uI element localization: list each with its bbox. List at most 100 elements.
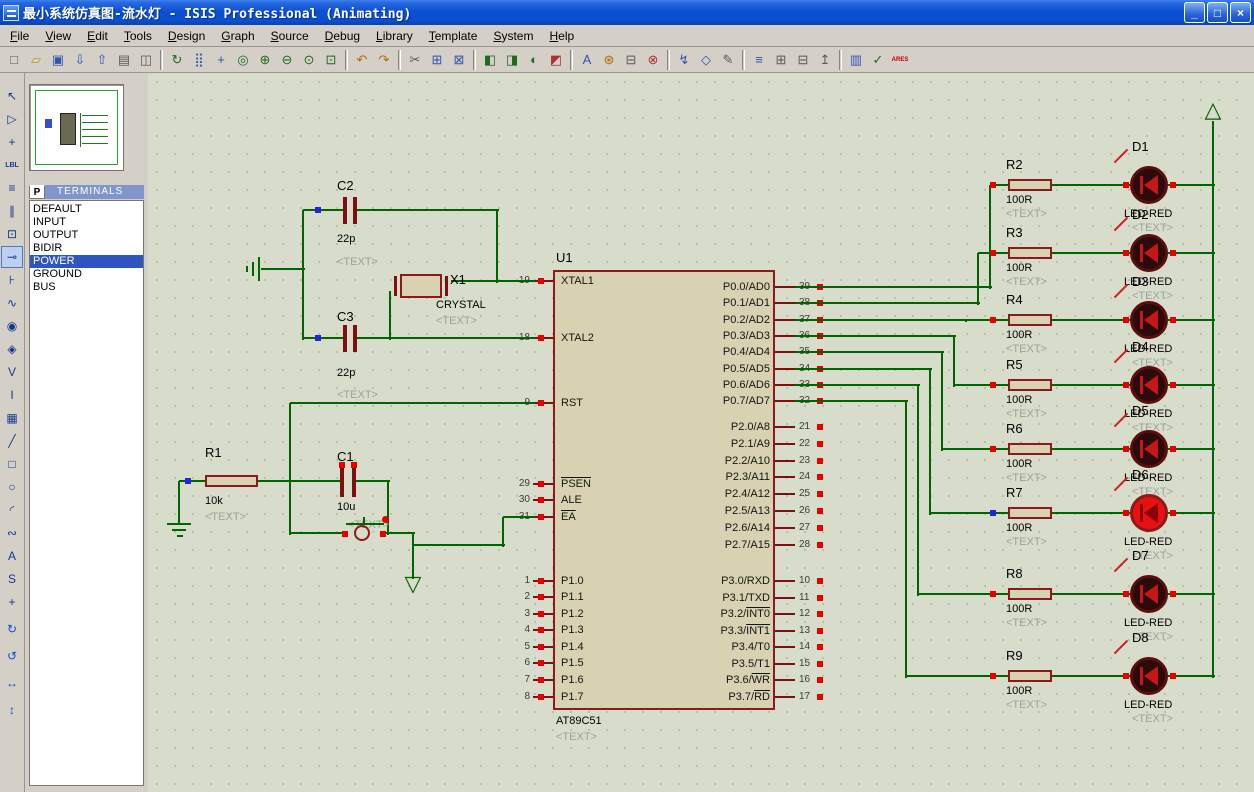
wire[interactable] bbox=[954, 384, 1010, 386]
chip-pin[interactable] bbox=[775, 630, 795, 632]
print-design-icon[interactable]: ▤ bbox=[113, 49, 135, 71]
wire[interactable] bbox=[953, 336, 955, 387]
chip-pin[interactable] bbox=[775, 580, 795, 582]
resistor[interactable] bbox=[205, 475, 258, 487]
2d-box-mode-icon[interactable]: □ bbox=[1, 453, 23, 475]
wire[interactable] bbox=[1052, 184, 1132, 186]
menu-view[interactable]: View bbox=[37, 26, 79, 46]
rotate-clockwise-icon[interactable]: ↻ bbox=[1, 618, 23, 640]
import-section-icon[interactable]: ⇩ bbox=[69, 49, 91, 71]
wire[interactable] bbox=[1052, 319, 1132, 321]
bus-mode-icon[interactable]: ∥ bbox=[1, 200, 23, 222]
wire[interactable] bbox=[178, 481, 180, 525]
chip-pin[interactable] bbox=[775, 384, 795, 386]
chip-pin[interactable] bbox=[775, 335, 795, 337]
wire[interactable] bbox=[795, 319, 968, 321]
block-delete-icon[interactable]: ◩ bbox=[545, 49, 567, 71]
wire[interactable] bbox=[503, 516, 535, 518]
pick-parts-button[interactable]: P bbox=[29, 185, 45, 199]
save-design-icon[interactable]: ▣ bbox=[47, 49, 69, 71]
wire[interactable] bbox=[303, 337, 345, 339]
redo-icon[interactable]: ↷ bbox=[373, 49, 395, 71]
toggle-grid-icon[interactable]: ⣿ bbox=[188, 49, 210, 71]
menu-file[interactable]: File bbox=[2, 26, 37, 46]
wire[interactable] bbox=[356, 480, 390, 482]
center-at-cursor-icon[interactable]: ◎ bbox=[232, 49, 254, 71]
wire[interactable] bbox=[795, 335, 956, 337]
wire[interactable] bbox=[357, 337, 535, 339]
crystal[interactable] bbox=[400, 274, 442, 298]
wire[interactable] bbox=[302, 210, 304, 340]
property-assignment-icon[interactable]: ✎ bbox=[717, 49, 739, 71]
ground-terminal[interactable] bbox=[258, 257, 260, 281]
led[interactable] bbox=[1130, 166, 1168, 204]
menu-debug[interactable]: Debug bbox=[317, 26, 368, 46]
new-design-icon[interactable]: □ bbox=[3, 49, 25, 71]
2d-symbol-mode-icon[interactable]: S bbox=[1, 568, 23, 590]
virtual-instruments-mode-icon[interactable]: ▦ bbox=[1, 407, 23, 429]
chip-pin[interactable] bbox=[775, 493, 795, 495]
menu-library[interactable]: Library bbox=[368, 26, 421, 46]
close-button[interactable]: × bbox=[1230, 2, 1251, 23]
mark-output-area-icon[interactable]: ◫ bbox=[135, 49, 157, 71]
chip-pin[interactable] bbox=[775, 368, 795, 370]
pick-device-icon[interactable]: A bbox=[576, 49, 598, 71]
decompose-icon[interactable]: ⊗ bbox=[642, 49, 664, 71]
menu-edit[interactable]: Edit bbox=[79, 26, 116, 46]
tape-recorder-mode-icon[interactable]: ◉ bbox=[1, 315, 23, 337]
wire[interactable] bbox=[966, 319, 1010, 321]
wire[interactable] bbox=[795, 286, 992, 288]
chip-pin[interactable] bbox=[775, 286, 795, 288]
led[interactable] bbox=[1130, 301, 1168, 339]
wire[interactable] bbox=[290, 532, 346, 534]
led[interactable] bbox=[1130, 575, 1168, 613]
led[interactable] bbox=[1130, 234, 1168, 272]
zoom-all-icon[interactable]: ⊙ bbox=[298, 49, 320, 71]
2d-line-mode-icon[interactable]: ╱ bbox=[1, 430, 23, 452]
wire[interactable] bbox=[1052, 593, 1132, 595]
wire[interactable] bbox=[1052, 512, 1132, 514]
zoom-area-icon[interactable]: ⊡ bbox=[320, 49, 342, 71]
resistor[interactable] bbox=[1008, 179, 1052, 191]
component-mode-icon[interactable]: ▷ bbox=[1, 108, 23, 130]
restore-button[interactable]: □ bbox=[1207, 2, 1228, 23]
terminal-mode-icon[interactable]: ⊸ bbox=[1, 246, 23, 268]
led[interactable] bbox=[1130, 430, 1168, 468]
chip-pin[interactable] bbox=[775, 400, 795, 402]
wire[interactable] bbox=[795, 368, 932, 370]
chip-pin[interactable] bbox=[775, 319, 795, 321]
chip-pin[interactable] bbox=[775, 613, 795, 615]
menu-design[interactable]: Design bbox=[160, 26, 213, 46]
resistor[interactable] bbox=[1008, 588, 1052, 600]
resistor[interactable] bbox=[1008, 314, 1052, 326]
wire[interactable] bbox=[941, 352, 943, 451]
chip-pin[interactable] bbox=[775, 460, 795, 462]
menu-source[interactable]: Source bbox=[263, 26, 317, 46]
menu-help[interactable]: Help bbox=[541, 26, 582, 46]
wire[interactable] bbox=[930, 512, 1010, 514]
rotate-anticlockwise-icon[interactable]: ↺ bbox=[1, 645, 23, 667]
terminal-item-power[interactable]: POWER bbox=[30, 255, 143, 268]
wire[interactable] bbox=[303, 209, 345, 211]
chip-pin[interactable] bbox=[775, 443, 795, 445]
wire[interactable] bbox=[258, 480, 342, 482]
undo-icon[interactable]: ↶ bbox=[351, 49, 373, 71]
wire[interactable] bbox=[290, 402, 535, 404]
chip-pin[interactable] bbox=[775, 302, 795, 304]
wire[interactable] bbox=[918, 593, 1010, 595]
zoom-out-icon[interactable]: ⊖ bbox=[276, 49, 298, 71]
current-probe-mode-icon[interactable]: I bbox=[1, 384, 23, 406]
wire[interactable] bbox=[929, 369, 931, 515]
wire[interactable] bbox=[384, 532, 415, 534]
preview-pane[interactable] bbox=[29, 84, 124, 171]
remove-sheet-icon[interactable]: ⊟ bbox=[792, 49, 814, 71]
menu-template[interactable]: Template bbox=[421, 26, 486, 46]
generator-mode-icon[interactable]: ◈ bbox=[1, 338, 23, 360]
schematic-canvas[interactable]: U1AT89C51<TEXT>19XTAL118XTAL29RST29PSEN3… bbox=[148, 73, 1254, 792]
resistor[interactable] bbox=[1008, 670, 1052, 682]
chip-pin[interactable] bbox=[775, 351, 795, 353]
block-move-icon[interactable]: ◨ bbox=[501, 49, 523, 71]
minimize-button[interactable]: _ bbox=[1184, 2, 1205, 23]
voltage-probe-mode-icon[interactable]: V bbox=[1, 361, 23, 383]
2d-text-mode-icon[interactable]: A bbox=[1, 545, 23, 567]
